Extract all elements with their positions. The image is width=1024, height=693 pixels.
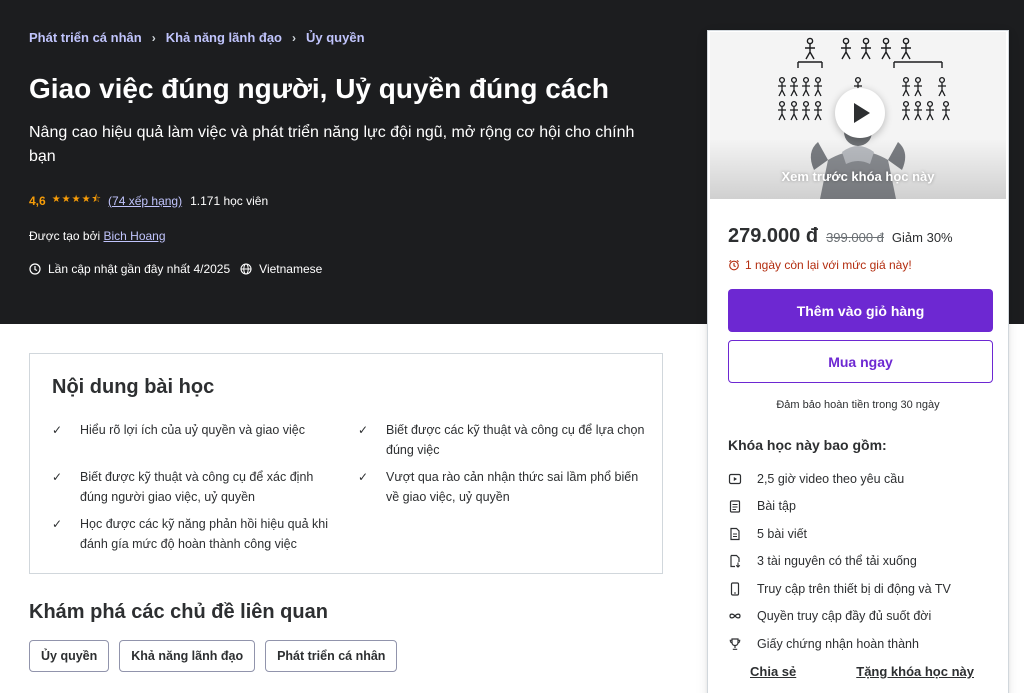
mobile-icon [730, 582, 740, 596]
infinity-icon [729, 613, 741, 619]
breadcrumb-item-delegation[interactable]: Ủy quyền [306, 30, 365, 45]
learning-item-text: Biết được kỹ thuật và công cụ để xác địn… [80, 470, 314, 504]
original-price: 399.000 đ [826, 230, 884, 245]
last-updated: Lần cập nhật gần đây nhất 4/2025 [48, 262, 231, 276]
current-price: 279.000 đ [728, 225, 819, 247]
download-icon [730, 555, 741, 569]
rating-count-link[interactable]: (74 xếp hạng) [108, 194, 182, 208]
learning-item: ✓ Biết được kỹ thuật và công cụ để xác đ… [52, 467, 340, 507]
price-row: 279.000 đ 399.000 đ Giảm 30% [728, 225, 953, 248]
list-item: Truy cập trên thiết bị di động và TV [728, 575, 951, 603]
preview-label[interactable]: Xem trước khóa học này [710, 169, 1006, 184]
include-label: Giấy chứng nhận hoàn thành [757, 636, 919, 651]
rating-row: 4,6 ★★★★⯪ (74 xếp hạng) 1.171 học viên [29, 192, 268, 209]
include-label: 5 bài viết [757, 526, 808, 541]
breadcrumb-item-leadership[interactable]: Khả năng lãnh đạo [166, 30, 282, 45]
globe-icon [240, 263, 252, 275]
assignment-icon [729, 500, 741, 513]
chevron-right-icon: › [151, 30, 156, 45]
money-back-guarantee: Đảm bảo hoàn tiền trong 30 ngày [776, 399, 940, 411]
video-icon [728, 473, 742, 484]
course-preview[interactable]: Xem trước khóa học này [710, 32, 1006, 199]
countdown-text: 1 ngày còn lại với mức giá này! [745, 258, 912, 272]
course-meta: Lần cập nhật gần đây nhất 4/2025 Vietnam… [29, 262, 322, 276]
course-subtitle: Nâng cao hiệu quả làm việc và phát triển… [29, 124, 635, 165]
play-icon[interactable] [835, 88, 885, 138]
topic-delegation[interactable]: Ủy quyền [29, 640, 110, 672]
learning-item: ✓ Vượt qua rào cản nhận thức sai lầm phổ… [358, 467, 646, 507]
learning-item-text: Hiểu rõ lợi ích của uỷ quyền và giao việ… [80, 423, 305, 437]
discount-badge: Giảm 30% [891, 230, 953, 245]
learning-objectives: Nội dung bài học ✓ Hiểu rõ lợi ích của u… [29, 353, 663, 574]
article-icon [730, 527, 740, 540]
breadcrumb-item-personal-development[interactable]: Phát triển cá nhân [29, 30, 142, 45]
includes-list: 2,5 giờ video theo yêu cầu Bài tập 5 bài… [728, 465, 951, 658]
rating-value: 4,6 [29, 193, 46, 208]
share-link[interactable]: Chia sẻ [750, 664, 796, 679]
learning-item-text: Học được các kỹ năng phản hồi hiệu quả k… [80, 517, 328, 551]
add-to-cart-button[interactable]: Thêm vào giỏ hàng [728, 289, 993, 332]
author-link[interactable]: Bich Hoang [103, 229, 165, 243]
check-icon: ✓ [358, 423, 369, 437]
topic-personal-development[interactable]: Phát triển cá nhân [265, 640, 398, 672]
learning-objectives-title: Nội dung bài học [52, 376, 215, 398]
list-item: Quyền truy cập đầy đủ suốt đời [728, 603, 951, 631]
learning-item: ✓ Hiểu rõ lợi ích của uỷ quyền và giao v… [52, 420, 340, 440]
list-item: 3 tài nguyên có thể tải xuống [728, 548, 951, 576]
trophy-icon [729, 638, 741, 650]
check-icon: ✓ [358, 470, 369, 484]
card-links: Chia sẻ Tặng khóa học này [750, 664, 974, 679]
include-label: 2,5 giờ video theo yêu cầu [757, 471, 905, 486]
check-icon: ✓ [52, 517, 63, 531]
star-rating-icon: ★★★★⯪ [51, 194, 103, 205]
purchase-card: Xem trước khóa học này 279.000 đ 399.000… [707, 30, 1009, 693]
created-by: Được tạo bởi Bich Hoang [29, 229, 166, 243]
alarm-clock-icon [729, 259, 739, 271]
price-countdown: 1 ngày còn lại với mức giá này! [728, 258, 912, 272]
course-title: Giao việc đúng người, Uỷ quyền đúng cách [29, 73, 610, 104]
include-label: Bài tập [757, 499, 796, 514]
check-icon: ✓ [52, 423, 63, 437]
topic-leadership[interactable]: Khả năng lãnh đạo [119, 640, 256, 672]
related-topics: Ủy quyền Khả năng lãnh đạo Phát triển cá… [29, 640, 407, 672]
list-item: 5 bài viết [728, 520, 951, 548]
include-label: Truy cập trên thiết bị di động và TV [757, 581, 951, 596]
list-item: 2,5 giờ video theo yêu cầu [728, 465, 951, 493]
student-count: 1.171 học viên [190, 193, 269, 208]
include-label: 3 tài nguyên có thể tải xuống [757, 554, 917, 569]
check-icon: ✓ [52, 470, 63, 484]
course-language: Vietnamese [259, 262, 323, 276]
learning-item: ✓ Học được các kỹ năng phản hồi hiệu quả… [52, 514, 340, 554]
chevron-right-icon: › [292, 30, 296, 45]
buy-now-button[interactable]: Mua ngay [728, 340, 993, 383]
learning-item: ✓ Biết được các kỹ thuật và công cụ để l… [358, 420, 646, 460]
learning-item-text: Vượt qua rào cản nhận thức sai lầm phổ b… [386, 470, 639, 504]
created-by-label: Được tạo bởi [29, 229, 101, 243]
list-item: Giấy chứng nhận hoàn thành [728, 630, 951, 658]
breadcrumb: Phát triển cá nhân › Khả năng lãnh đạo ›… [29, 30, 365, 45]
include-label: Quyền truy cập đầy đủ suốt đời [757, 609, 932, 624]
related-topics-title: Khám phá các chủ đề liên quan [29, 601, 328, 623]
includes-title: Khóa học này bao gồm: [728, 437, 887, 453]
alert-clock-icon [29, 263, 41, 275]
list-item: Bài tập [728, 493, 951, 521]
learning-item-text: Biết được các kỹ thuật và công cụ để lựa… [386, 423, 645, 457]
gift-course-link[interactable]: Tặng khóa học này [856, 664, 974, 679]
